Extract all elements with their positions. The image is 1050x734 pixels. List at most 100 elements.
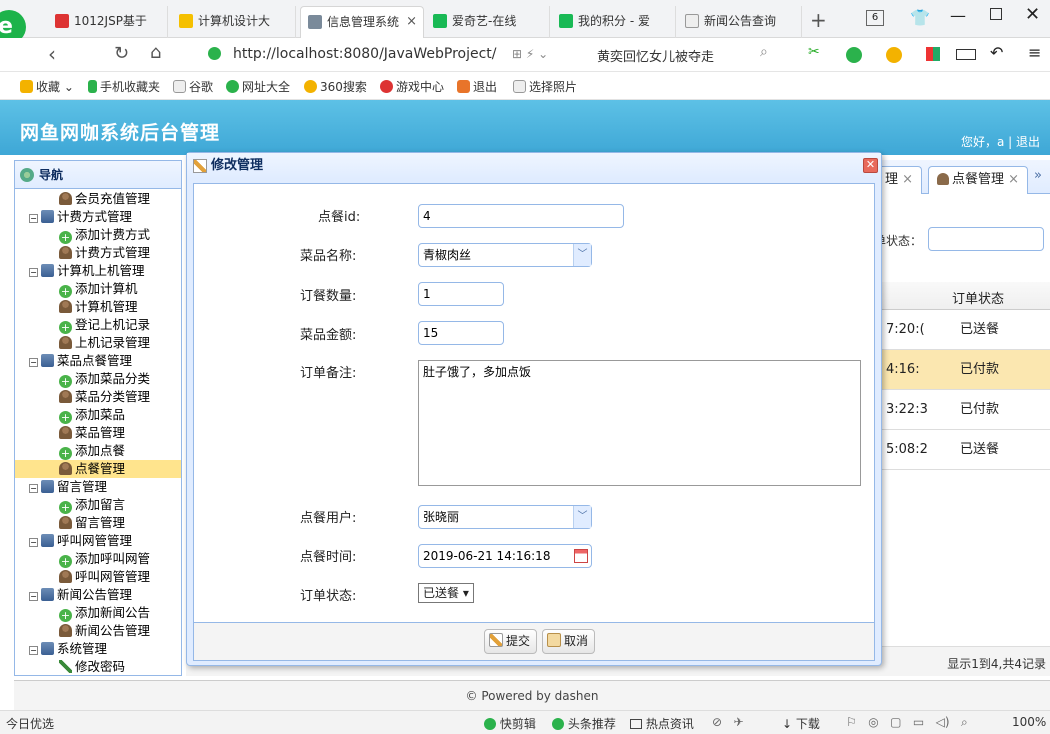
collapse-toggle-icon[interactable]: − (29, 484, 38, 493)
back-icon[interactable]: ‹ (48, 42, 56, 66)
sidebar-item[interactable]: + 登记上机记录 (15, 316, 181, 334)
sidebar-item[interactable]: 计费方式管理 (15, 244, 181, 262)
sidebar-item[interactable]: 计算机管理 (15, 298, 181, 316)
status-left[interactable]: 今日优选 (6, 715, 54, 732)
status-tools[interactable]: ⚐ ◎ ▢ ▭ ◁) ⌕ (846, 715, 968, 730)
new-tab-button[interactable]: + (810, 8, 827, 32)
minimize-icon[interactable]: — (950, 6, 966, 25)
sidebar-item[interactable]: + 添加点餐 (15, 442, 181, 460)
fav-item[interactable]: 谷歌 (173, 78, 213, 95)
browser-tab[interactable]: 1012JSP基于 (48, 6, 168, 38)
sidebar-item[interactable]: 点餐管理 (15, 460, 181, 478)
tabs-scroll-icon[interactable]: » (1034, 168, 1042, 183)
sidebar-item[interactable]: − 留言管理 (15, 478, 181, 496)
sidebar-item[interactable]: 留言管理 (15, 514, 181, 532)
amount-field[interactable]: 15 (418, 321, 504, 345)
sidebar-item[interactable]: − 系统管理 (15, 640, 181, 658)
sidebar-item[interactable]: 菜品管理 (15, 424, 181, 442)
shirt-icon[interactable]: 👕 (910, 8, 930, 27)
close-icon[interactable]: × (1008, 172, 1019, 187)
collapse-toggle-icon[interactable]: − (29, 214, 38, 223)
sidebar-item[interactable]: + 添加留言 (15, 496, 181, 514)
collapse-toggle-icon[interactable]: − (29, 358, 38, 367)
browser-tab[interactable]: 爱奇艺-在线 (426, 6, 550, 38)
sidebar-item[interactable]: − 新闻公告管理 (15, 586, 181, 604)
submit-button[interactable]: 提交 (484, 629, 538, 654)
maximize-icon[interactable] (990, 8, 1002, 20)
battery-icon[interactable] (956, 49, 976, 60)
sidebar-item[interactable]: 上机记录管理 (15, 334, 181, 352)
translate-icon[interactable] (846, 47, 862, 63)
fav-item[interactable]: 360搜索 (304, 78, 367, 95)
quantity-field[interactable]: 1 (418, 282, 504, 306)
sidebar-item[interactable]: − 呼叫网管管理 (15, 532, 181, 550)
tab-order-manage[interactable]: 点餐管理 × (928, 166, 1028, 194)
calendar-icon[interactable] (574, 549, 588, 563)
fav-item[interactable]: 选择照片 (513, 78, 577, 95)
sidebar-item[interactable]: + 添加呼叫网管 (15, 550, 181, 568)
fav-item[interactable]: 游戏中心 (380, 78, 444, 95)
browser-tab-active[interactable]: 信息管理系统 × (300, 6, 424, 38)
tab-prev[interactable]: 理 × (876, 166, 922, 194)
status-item[interactable]: 热点资讯 (630, 715, 694, 732)
memo-textarea[interactable]: 肚子饿了，多加点饭 (418, 360, 861, 486)
search-icon[interactable]: ⌕ (760, 44, 768, 60)
status-tools[interactable]: ⊘ ✈ (712, 715, 744, 729)
dish-select[interactable]: 青椒肉丝 ﹀ (418, 243, 592, 267)
order-id-field[interactable]: 4 (418, 204, 624, 228)
collapse-toggle-icon[interactable]: − (29, 592, 38, 601)
favorites-menu[interactable]: 收藏 ⌄ (20, 78, 74, 95)
menu-icon[interactable]: ≡ (1028, 43, 1041, 62)
user-select[interactable]: 张晓丽 ﹀ (418, 505, 592, 529)
browser-tab[interactable]: 计算机设计大 (172, 6, 296, 38)
chevron-down-icon[interactable]: ﹀ (573, 506, 591, 528)
status-item[interactable]: 头条推荐 (552, 715, 616, 732)
sidebar-item[interactable]: + 添加新闻公告 (15, 604, 181, 622)
collapse-toggle-icon[interactable]: − (29, 268, 38, 277)
sidebar-item[interactable]: + 添加菜品分类 (15, 370, 181, 388)
reload-icon[interactable]: ↻ (114, 43, 129, 64)
browser-tab[interactable]: 新闻公告查询 (678, 6, 802, 38)
collapse-toggle-icon[interactable]: − (29, 646, 38, 655)
download-item[interactable]: ↓ 下载 (782, 715, 820, 732)
status-item[interactable]: 快剪辑 (484, 715, 536, 732)
sidebar-item[interactable]: 会员充值管理 (15, 190, 181, 208)
url-field[interactable]: http://localhost:8080/JavaWebProject/ (233, 46, 497, 62)
close-icon[interactable]: × (902, 172, 913, 187)
apps-icon[interactable]: ⊞ ⚡ ⌄ (512, 47, 548, 61)
sidebar-item[interactable]: 呼叫网管管理 (15, 568, 181, 586)
close-window-icon[interactable]: ✕ (1025, 4, 1040, 25)
user-logout-link[interactable]: 您好，a | 退出 (961, 133, 1040, 150)
chevron-down-icon[interactable]: ﹀ (573, 244, 591, 266)
sidebar-item[interactable]: 菜品分类管理 (15, 388, 181, 406)
tab-count-badge[interactable]: 6 (866, 10, 884, 26)
collapse-toggle-icon[interactable]: − (29, 538, 38, 547)
sidebar-item[interactable]: 修改密码 (15, 658, 181, 676)
zoom-level[interactable]: 100% (1012, 715, 1046, 729)
sidebar-item[interactable]: 新闻公告管理 (15, 622, 181, 640)
sidebar-item[interactable]: + 添加计费方式 (15, 226, 181, 244)
apps-grid-icon[interactable] (926, 47, 940, 61)
fav-item[interactable]: 退出 (457, 78, 497, 95)
close-tab-icon[interactable]: × (406, 7, 417, 37)
fav-item[interactable]: 网址大全 (226, 78, 290, 95)
cell-status: 已送餐 (960, 442, 1000, 457)
undo-icon[interactable]: ↶ (990, 43, 1003, 62)
order-time-field[interactable]: 2019-06-21 14:16:18 (418, 544, 592, 568)
sidebar-item[interactable]: − 计算机上机管理 (15, 262, 181, 280)
sidebar-item[interactable]: − 计费方式管理 (15, 208, 181, 226)
scissors-icon[interactable]: ✂ (808, 44, 820, 60)
sidebar-item[interactable]: − 菜品点餐管理 (15, 352, 181, 370)
fav-item[interactable]: 手机收藏夹 (88, 78, 160, 95)
sidebar-item[interactable]: + 添加计算机 (15, 280, 181, 298)
dialog-close-button[interactable]: ✕ (863, 158, 878, 173)
folder-icon (41, 210, 54, 223)
status-filter-input[interactable] (928, 227, 1044, 251)
home-icon[interactable]: ⌂ (150, 42, 161, 63)
cancel-button[interactable]: 取消 (542, 629, 596, 654)
sidebar-item[interactable]: + 添加菜品 (15, 406, 181, 424)
status-select[interactable]: 已送餐 ▾ (418, 583, 474, 603)
browser-tab[interactable]: 我的积分 - 爱 (552, 6, 676, 38)
coin-icon[interactable] (886, 47, 902, 63)
search-field[interactable]: 黄奕回忆女儿被夺走 (597, 46, 714, 65)
